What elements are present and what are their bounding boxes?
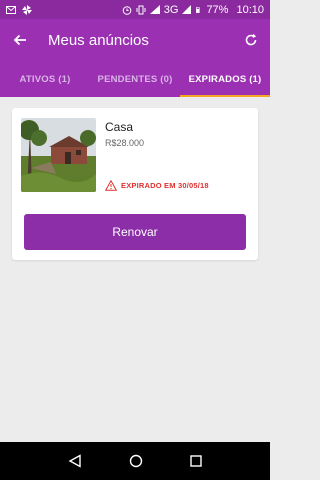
renew-button[interactable]: Renovar — [24, 214, 246, 250]
gmail-icon — [6, 5, 16, 14]
vibrate-icon — [136, 5, 146, 14]
status-bar: 3G 77% 10:10 — [0, 0, 270, 19]
ad-thumbnail[interactable] — [21, 118, 96, 192]
network-type: 3G — [163, 3, 179, 16]
wifi-signal-icon — [149, 4, 160, 14]
tab-active[interactable]: ATIVOS (1) — [0, 61, 90, 97]
ad-title[interactable]: Casa — [105, 120, 133, 134]
warning-icon — [105, 180, 117, 191]
clock: 10:10 — [236, 3, 264, 16]
ad-price: R$28.000 — [105, 138, 145, 148]
tab-pending[interactable]: PENDENTES (0) — [90, 61, 180, 97]
page-title: Meus anúncios — [48, 31, 149, 49]
back-arrow-icon[interactable] — [12, 32, 28, 48]
tab-bar: ATIVOS (1) PENDENTES (0) EXPIRADOS (1) — [0, 61, 270, 97]
refresh-icon[interactable] — [244, 33, 258, 47]
pinwheel-icon — [22, 4, 32, 15]
expired-text: EXPIRADO EM 30/05/18 — [121, 181, 209, 190]
back-nav-icon[interactable] — [68, 454, 82, 468]
battery-level: 77% — [206, 3, 229, 16]
home-nav-icon[interactable] — [129, 454, 143, 468]
cell-signal-icon — [182, 4, 192, 14]
tab-expired[interactable]: EXPIRADOS (1) — [180, 61, 270, 97]
battery-icon — [196, 6, 201, 13]
system-nav-bar — [0, 442, 270, 480]
ad-card: Casa R$28.000 EXPIRADO EM 30/05/18 Renov… — [12, 108, 258, 260]
app-bar: Meus anúncios — [0, 19, 270, 61]
expired-status: EXPIRADO EM 30/05/18 — [105, 180, 209, 191]
alarm-icon — [122, 5, 132, 15]
recents-nav-icon[interactable] — [189, 455, 202, 467]
